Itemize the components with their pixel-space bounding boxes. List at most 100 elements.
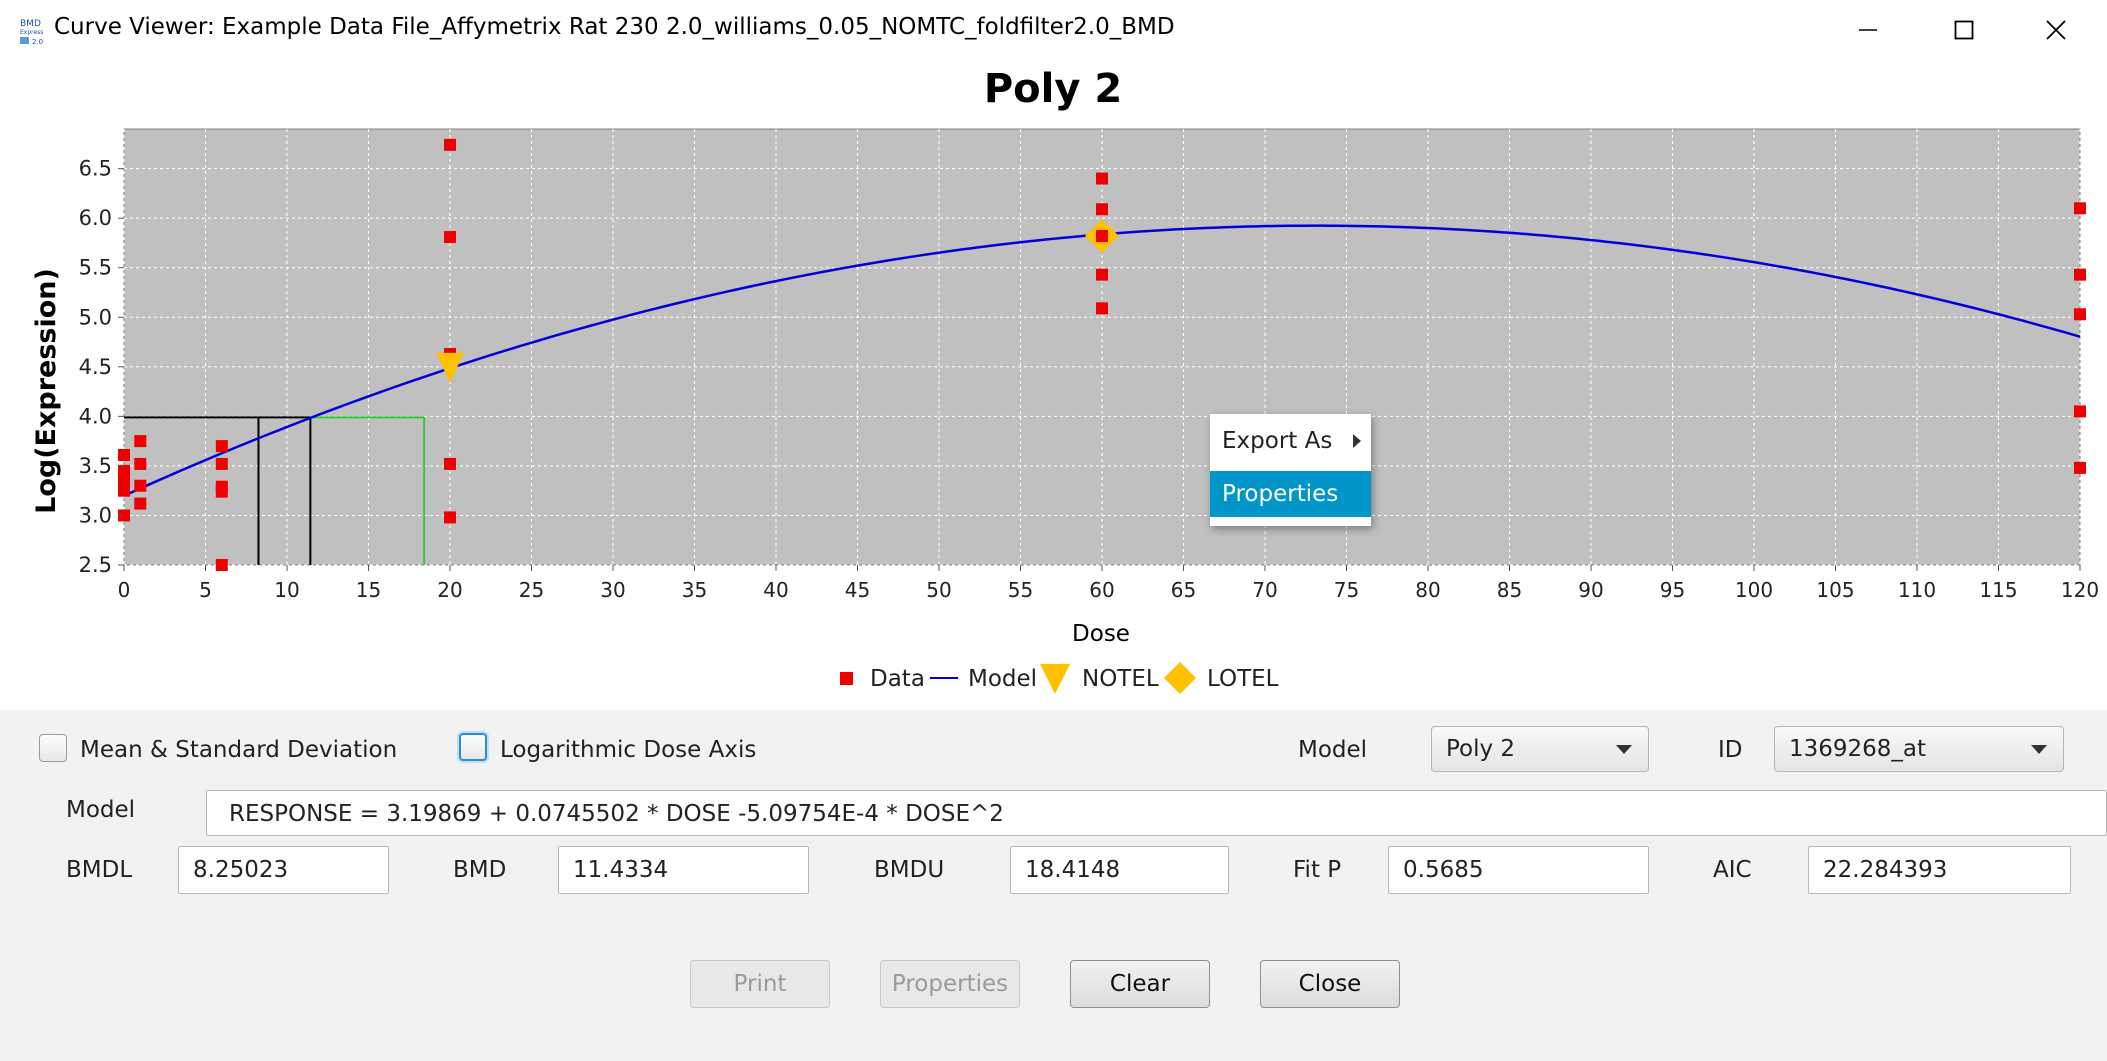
log-dose-checkbox[interactable] — [459, 733, 487, 761]
properties-button[interactable]: Properties — [880, 960, 1020, 1008]
y-tick-label: 4.0 — [79, 404, 112, 428]
svg-text:2.0: 2.0 — [32, 38, 43, 46]
x-tick-label: 5 — [199, 578, 212, 602]
x-tick-label: 30 — [600, 578, 625, 602]
legend-label: NOTEL — [1082, 666, 1159, 692]
model-select-value: Poly 2 — [1446, 736, 1516, 762]
bmdl-field[interactable]: 8.25023 — [178, 846, 389, 894]
data-point — [118, 473, 130, 486]
maximize-button[interactable] — [1918, 0, 2010, 60]
bmdu-field[interactable]: 18.4148 — [1010, 846, 1229, 894]
mean-sd-checkbox[interactable] — [39, 734, 67, 762]
legend-lotel-symbol — [1164, 662, 1196, 694]
x-tick-label: 85 — [1497, 578, 1522, 602]
model-equation-field[interactable]: RESPONSE = 3.19869 + 0.0745502 * DOSE -5… — [206, 790, 2107, 836]
data-point — [134, 479, 147, 492]
aic-label: AIC — [1713, 857, 1752, 883]
y-tick-label: 5.0 — [79, 305, 112, 329]
model-equation-value: RESPONSE = 3.19869 + 0.0745502 * DOSE -5… — [229, 801, 1004, 827]
x-tick-label: 110 — [1898, 578, 1936, 602]
menu-item-export-as-label: Export As — [1222, 428, 1333, 454]
minimize-icon — [1859, 29, 1877, 31]
x-tick-label: 50 — [926, 578, 951, 602]
aic-value: 22.284393 — [1823, 857, 1948, 883]
controls-panel: Mean & Standard Deviation Logarithmic Do… — [0, 710, 2107, 1061]
maximize-icon — [1954, 20, 1974, 40]
bmdl-value: 8.25023 — [193, 857, 289, 883]
fitp-label: Fit P — [1293, 857, 1342, 883]
close-window-button[interactable] — [2010, 0, 2102, 60]
data-point — [1096, 302, 1108, 315]
svg-text:BMD: BMD — [20, 19, 41, 29]
id-select[interactable]: 1369268_at — [1774, 726, 2064, 772]
data-point — [118, 484, 130, 497]
curve-viewer-window: BMD Express 2.0 Curve Viewer: Example Da… — [0, 0, 2107, 1061]
x-tick-label: 70 — [1252, 578, 1277, 602]
legend-label: Data — [870, 666, 925, 692]
menu-item-export-as[interactable]: Export As — [1210, 418, 1371, 464]
close-button[interactable]: Close — [1260, 960, 1400, 1008]
y-tick-label: 4.5 — [79, 355, 112, 379]
data-point — [2074, 461, 2086, 474]
y-tick-label: 5.5 — [79, 256, 112, 280]
bmdu-value: 18.4148 — [1025, 857, 1121, 883]
x-tick-label: 75 — [1334, 578, 1359, 602]
y-tick-label: 6.0 — [79, 206, 112, 230]
data-point — [2074, 268, 2086, 281]
close-icon — [2046, 20, 2066, 40]
menu-item-properties[interactable]: Properties — [1210, 471, 1371, 517]
data-point — [444, 457, 456, 470]
bmdu-label: BMDU — [874, 857, 945, 883]
x-tick-label: 10 — [274, 578, 299, 602]
x-tick-label: 95 — [1660, 578, 1685, 602]
data-point — [134, 457, 147, 470]
model-select[interactable]: Poly 2 — [1431, 726, 1649, 772]
x-tick-label: 40 — [763, 578, 788, 602]
chevron-down-icon — [1616, 745, 1632, 754]
mean-sd-label[interactable]: Mean & Standard Deviation — [80, 737, 397, 763]
aic-field[interactable]: 22.284393 — [1808, 846, 2071, 894]
data-point — [118, 449, 130, 462]
bmd-field[interactable]: 11.4334 — [558, 846, 809, 894]
y-tick-label: 3.5 — [79, 454, 112, 478]
minimize-button[interactable] — [1822, 0, 1914, 60]
x-tick-label: 115 — [1979, 578, 2017, 602]
data-point — [2074, 308, 2086, 321]
title-bar[interactable]: BMD Express 2.0 Curve Viewer: Example Da… — [0, 0, 2107, 60]
bmd-express-app-icon: BMD Express 2.0 — [18, 16, 48, 46]
model-equation-label: Model — [66, 797, 136, 823]
x-axis-label: Dose — [1072, 621, 1130, 647]
menu-item-properties-label: Properties — [1222, 481, 1339, 507]
chart-panel[interactable]: 0 5 10 15 20 25 30 35 40 45 50 55 60 65 70 75 80 85 90 95 10… — [0, 60, 2107, 710]
data-point — [1096, 203, 1108, 216]
curve-chart[interactable]: 0 5 10 15 20 25 30 35 40 45 50 55 60 65 70 75 80 85 90 95 10… — [0, 60, 2107, 710]
x-tick-label: 45 — [845, 578, 870, 602]
log-dose-label[interactable]: Logarithmic Dose Axis — [500, 737, 756, 763]
x-tick-label: 15 — [356, 578, 381, 602]
legend-label: Model — [968, 666, 1037, 692]
data-point — [2074, 405, 2086, 418]
clear-button[interactable]: Clear — [1070, 960, 1210, 1008]
data-point — [215, 485, 228, 498]
x-tick-label: 25 — [519, 578, 544, 602]
legend-data-symbol — [840, 672, 853, 685]
bmdl-label: BMDL — [66, 857, 133, 883]
bmd-value: 11.4334 — [573, 857, 669, 883]
data-point — [215, 440, 228, 453]
data-point — [444, 231, 456, 244]
print-button[interactable]: Print — [690, 960, 830, 1008]
chart-legend: Data Model NOTEL LOTEL — [840, 662, 1279, 694]
svg-text:Express: Express — [20, 29, 43, 36]
x-tick-label: 0 — [118, 578, 131, 602]
y-axis-label: Log(Expression) — [31, 268, 62, 514]
data-point — [134, 435, 147, 448]
x-tick-label: 80 — [1415, 578, 1440, 602]
chart-title: Poly 2 — [984, 66, 1122, 112]
fitp-field[interactable]: 0.5685 — [1388, 846, 1649, 894]
submenu-arrow-icon — [1353, 434, 1361, 448]
y-tick-label: 2.5 — [79, 553, 112, 577]
chart-context-menu[interactable]: Export As Properties — [1210, 414, 1371, 526]
data-point — [215, 559, 228, 571]
data-point — [444, 511, 456, 524]
legend-label: LOTEL — [1207, 666, 1279, 692]
